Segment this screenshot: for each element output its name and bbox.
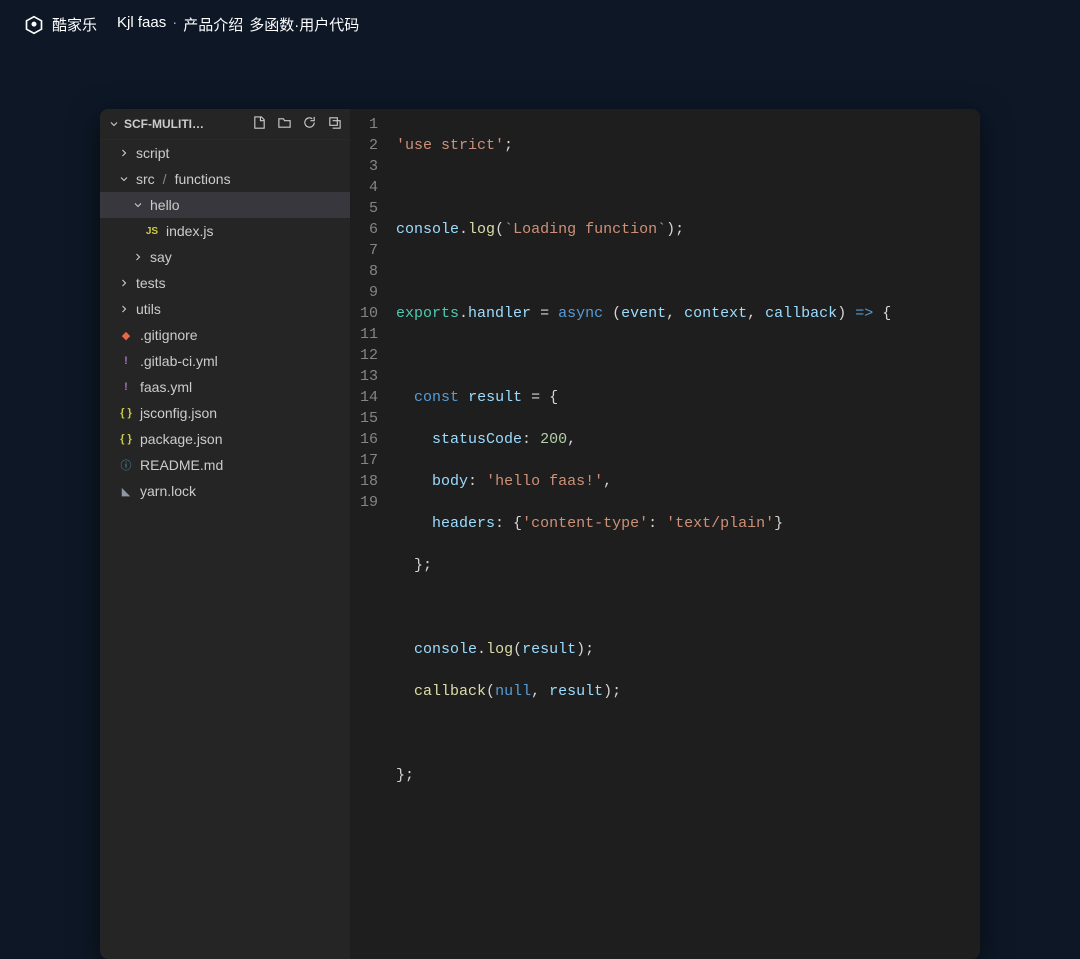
brand-logo[interactable]: 酷家乐 [24,14,97,35]
chevron-down-icon [108,118,120,130]
breadcrumb-sep: · [172,14,177,35]
brand-text: 酷家乐 [52,14,97,35]
file-readme[interactable]: ⓘ README.md [100,452,350,478]
md-file-icon: ⓘ [118,457,134,473]
chevron-right-icon [132,251,144,263]
file-gitlab-ci[interactable]: ! .gitlab-ci.yml [100,348,350,374]
folder-src[interactable]: src/functions [100,166,350,192]
git-file-icon: ◆ [118,327,134,343]
new-file-icon[interactable] [252,115,267,133]
folder-hello[interactable]: hello [100,192,350,218]
file-label: .gitignore [140,327,198,343]
chevron-right-icon [118,147,130,159]
breadcrumb: Kjl faas · 产品介绍 多函数·用户代码 [117,14,359,35]
file-label: README.md [140,457,223,473]
page-header: 酷家乐 Kjl faas · 产品介绍 多函数·用户代码 [0,0,1080,49]
folder-label: utils [136,301,161,317]
folder-utils[interactable]: utils [100,296,350,322]
brand-icon [24,15,44,35]
file-package-json[interactable]: { } package.json [100,426,350,452]
file-explorer: SCF-MULITI… script src/functions hello J… [100,109,350,959]
line-gutter: 12345678910111213141516171819 [350,109,396,959]
breadcrumb-nav1[interactable]: 产品介绍 [183,14,243,35]
project-root[interactable]: SCF-MULITI… [108,117,246,131]
chevron-right-icon [118,277,130,289]
yml-file-icon: ! [118,379,134,395]
json-file-icon: { } [118,405,134,421]
file-label: package.json [140,431,223,447]
folder-say[interactable]: say [100,244,350,270]
folder-tests[interactable]: tests [100,270,350,296]
collapse-icon[interactable] [327,115,342,133]
lock-file-icon: ◣ [118,483,134,499]
refresh-icon[interactable] [302,115,317,133]
file-jsconfig[interactable]: { } jsconfig.json [100,400,350,426]
code-content[interactable]: 'use strict'; console.log(`Loading funct… [396,109,891,959]
folder-label: functions [175,171,231,187]
new-folder-icon[interactable] [277,115,292,133]
breadcrumb-product[interactable]: Kjl faas [117,14,166,35]
file-gitignore[interactable]: ◆ .gitignore [100,322,350,348]
project-root-label: SCF-MULITI… [124,117,204,131]
file-label: .gitlab-ci.yml [140,353,218,369]
breadcrumb-nav2[interactable]: 多函数·用户代码 [249,14,359,35]
file-label: yarn.lock [140,483,196,499]
folder-label: hello [150,197,180,213]
js-file-icon: JS [144,223,160,239]
chevron-down-icon [118,173,130,185]
folder-label: src [136,171,155,187]
file-label: index.js [166,223,213,239]
ide-window: SCF-MULITI… script src/functions hello J… [100,109,980,959]
code-editor[interactable]: 12345678910111213141516171819 'use stric… [350,109,980,959]
json-file-icon: { } [118,431,134,447]
file-faas-yml[interactable]: ! faas.yml [100,374,350,400]
file-index-js[interactable]: JS index.js [100,218,350,244]
chevron-right-icon [118,303,130,315]
chevron-down-icon [132,199,144,211]
folder-label: script [136,145,169,161]
folder-script[interactable]: script [100,140,350,166]
file-label: jsconfig.json [140,405,217,421]
folder-label: say [150,249,172,265]
explorer-header: SCF-MULITI… [100,109,350,140]
yml-file-icon: ! [118,353,134,369]
folder-label: tests [136,275,166,291]
file-yarn-lock[interactable]: ◣ yarn.lock [100,478,350,504]
file-label: faas.yml [140,379,192,395]
